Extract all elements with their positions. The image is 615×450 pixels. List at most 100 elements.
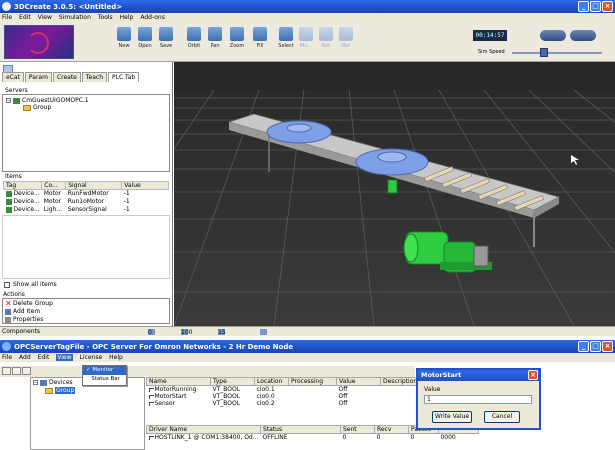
tab-ecat[interactable]: eCat: [2, 72, 24, 82]
col-co[interactable]: Co...: [41, 181, 67, 190]
group-node[interactable]: Group: [23, 104, 51, 111]
sensor-block[interactable]: [387, 179, 398, 194]
sim-speed-slider[interactable]: [512, 52, 602, 54]
opc-maximize-icon[interactable]: □: [590, 341, 601, 352]
close-icon[interactable]: ×: [602, 1, 613, 12]
collapse-icon[interactable]: −: [6, 98, 11, 103]
properties-action[interactable]: Properties: [5, 316, 43, 323]
delete-group-action[interactable]: ✕Delete Group: [5, 299, 53, 307]
move-icon: [299, 27, 313, 41]
opc-title-bar[interactable]: OPCServerTagFile - OPC Server For Omron …: [0, 340, 615, 353]
col-signal[interactable]: Signal: [65, 181, 123, 190]
new-button[interactable]: New: [114, 27, 134, 49]
menu-help[interactable]: Help: [120, 14, 134, 21]
opc-close-icon[interactable]: ×: [602, 341, 613, 352]
col-value[interactable]: Value: [121, 181, 169, 190]
col-value[interactable]: Value: [336, 377, 381, 386]
table-row[interactable]: MotorRunning VT_BOOL cio0.1 Off: [147, 386, 421, 393]
opc-menu-edit[interactable]: Edit: [38, 354, 50, 361]
orbit-button[interactable]: Orbit: [184, 27, 204, 49]
opc-device-tree[interactable]: − Devices Group: [30, 377, 145, 450]
write-value-button[interactable]: Write Value: [432, 411, 472, 423]
opc-save-button[interactable]: [22, 367, 31, 375]
sim-speed-thumb[interactable]: [540, 48, 548, 57]
tab-param[interactable]: Param: [24, 72, 52, 82]
3d-viewport[interactable]: [174, 62, 615, 326]
table-row[interactable]: Device... Motor Run1oMotor -1: [4, 198, 169, 206]
col-driver-name[interactable]: Driver Name: [146, 425, 261, 434]
reset-button[interactable]: [570, 30, 596, 41]
col-sent[interactable]: Sent: [339, 425, 375, 434]
table-row[interactable]: Device... Ligh... SensorSignal -1: [4, 206, 169, 214]
server-node[interactable]: − CmGuestUIGOMOPC.1: [6, 97, 89, 104]
left-panel: eCat Param Create Teach PLC Tab Servers …: [0, 62, 173, 326]
col-recv[interactable]: Recv: [373, 425, 409, 434]
checkbox-icon[interactable]: [4, 281, 10, 288]
table-row[interactable]: Device... Motor RunFwdMotor -1: [4, 190, 169, 198]
add-item-action[interactable]: Add Item: [5, 308, 40, 315]
show-all-items-checkbox[interactable]: Show all items: [4, 281, 57, 288]
rotate-icon: [319, 27, 333, 41]
opc-menu-license[interactable]: License: [80, 354, 103, 361]
menu-item-status-bar[interactable]: Status Bar: [83, 375, 126, 384]
opc-menu-help[interactable]: Help: [109, 354, 123, 361]
menu-view[interactable]: View: [38, 14, 52, 21]
move-button[interactable]: Mo...: [296, 27, 316, 49]
col-description[interactable]: Description: [380, 377, 421, 386]
play-button[interactable]: [540, 30, 566, 41]
menu-file[interactable]: File: [2, 14, 12, 21]
main-title-bar[interactable]: 3DCreate 3.0.5: <Untitled> _ □ ×: [0, 0, 615, 13]
menu-edit[interactable]: Edit: [19, 14, 31, 21]
table-row[interactable]: HOSTLINK_1 @ COM1:38400, Od... OFFLINE 0…: [147, 434, 479, 441]
dialog-title-bar[interactable]: MotorStart ×: [418, 370, 539, 381]
opc-menu-view[interactable]: View: [56, 354, 73, 361]
col-tag[interactable]: Tag: [2, 181, 43, 190]
dialog-close-icon[interactable]: ×: [528, 370, 538, 380]
table-row[interactable]: MotorStart VT_BOOL cio0.0 Off: [147, 393, 421, 400]
tag-icon: [148, 394, 154, 399]
col-name[interactable]: Name: [146, 377, 211, 386]
opc-menu-file[interactable]: File: [2, 354, 12, 361]
menu-item-monitor[interactable]: ✓ Monitor: [83, 366, 126, 375]
cancel-button[interactable]: Cancel: [484, 411, 520, 423]
col-location[interactable]: Location: [254, 377, 289, 386]
main-window-title: 3DCreate 3.0.5: <Untitled>: [14, 2, 123, 11]
scene-canvas[interactable]: [174, 62, 615, 326]
col-type[interactable]: Type: [210, 377, 255, 386]
rotate-button[interactable]: Rot: [316, 27, 336, 49]
server-icon: [13, 97, 20, 104]
items-table: Tag Co... Signal Value Device... Motor R…: [2, 181, 169, 214]
opc-group-node[interactable]: Group: [45, 387, 76, 394]
maximize-icon[interactable]: □: [590, 1, 601, 12]
opc-minimize-icon[interactable]: _: [578, 341, 589, 352]
actions-label: Actions: [3, 291, 25, 298]
menu-addons[interactable]: Add-ons: [140, 14, 165, 21]
collapse-icon[interactable]: −: [33, 380, 38, 385]
tag-icon: [148, 401, 154, 406]
opc-open-button[interactable]: [12, 367, 21, 375]
opc-menu-add[interactable]: Add: [19, 354, 31, 361]
open-icon: [138, 27, 152, 41]
select-button[interactable]: Select: [276, 27, 296, 49]
servers-tree[interactable]: − CmGuestUIGOMOPC.1 Group: [2, 94, 170, 172]
col-status[interactable]: Status: [259, 425, 341, 434]
devices-node[interactable]: − Devices: [33, 379, 73, 386]
items-list-area[interactable]: [2, 215, 170, 279]
save-button[interactable]: Save: [156, 27, 176, 49]
tab-create[interactable]: Create: [52, 72, 81, 82]
opc-new-button[interactable]: [2, 367, 11, 375]
menu-tools[interactable]: Tools: [98, 14, 113, 21]
fill-button[interactable]: Fill: [250, 27, 270, 49]
col-processing[interactable]: Processing: [288, 377, 337, 386]
tab-teach[interactable]: Teach: [81, 72, 107, 82]
reference-button[interactable]: Ref: [336, 27, 356, 49]
menu-simulation[interactable]: Simulation: [59, 14, 91, 21]
zoom-button[interactable]: Zoom: [227, 27, 247, 49]
table-row[interactable]: Sensor VT_BOOL cio0.2 Off: [147, 400, 421, 407]
open-button[interactable]: Open: [135, 27, 155, 49]
value-input[interactable]: 1: [424, 395, 532, 404]
minimize-icon[interactable]: _: [578, 1, 589, 12]
pan-button[interactable]: Pan: [205, 27, 225, 49]
fill-icon: [253, 27, 267, 41]
tab-plc[interactable]: PLC Tab: [108, 72, 140, 82]
